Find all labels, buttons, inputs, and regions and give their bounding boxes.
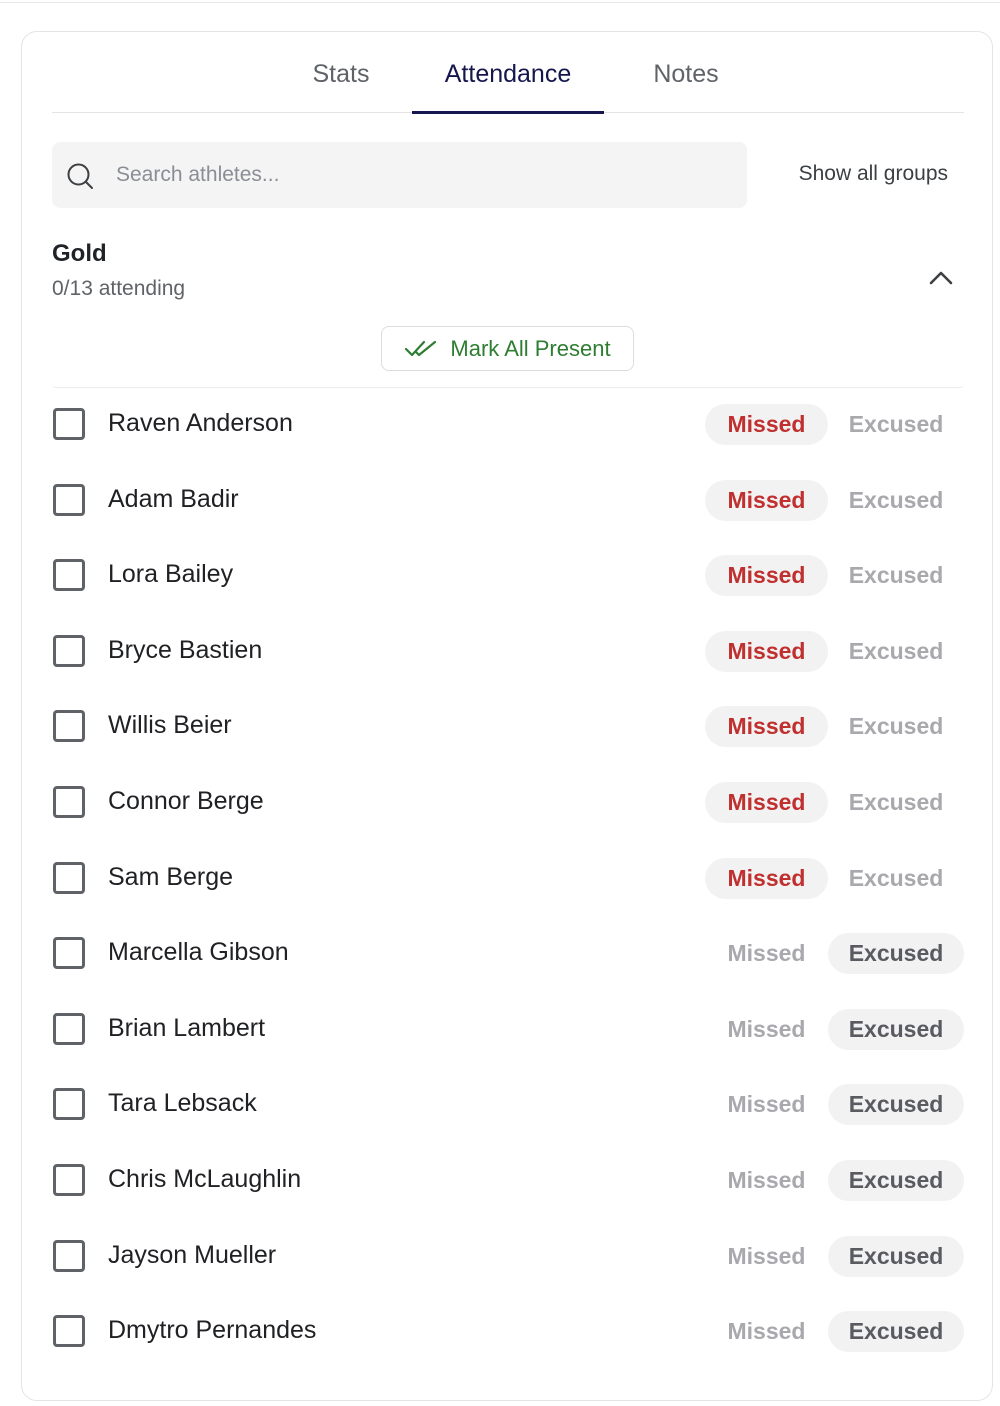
show-all-groups-link[interactable]: Show all groups [799,162,948,186]
missed-button[interactable]: Missed [705,555,828,597]
present-checkbox[interactable] [53,785,85,818]
athlete-name: Jayson Mueller [108,1240,277,1269]
mark-all-present-button[interactable]: Mark All Present [381,326,634,371]
athlete-name: Marcella Gibson [108,938,289,967]
missed-button[interactable]: Missed [705,1009,828,1050]
athlete-row: Brian Lambert Missed Excused [52,992,964,1068]
athlete-row: Chris McLaughlin Missed Excused [52,1143,964,1219]
excused-button[interactable]: Excused [828,1159,964,1201]
athlete-name: Willis Beier [108,711,232,740]
excused-button[interactable]: Excused [828,1084,964,1126]
present-checkbox[interactable] [53,1163,85,1196]
top-divider [0,2,1000,3]
athlete-name: Bryce Bastien [108,635,263,664]
athlete-row: Lora Bailey Missed Excused [52,538,964,614]
missed-button[interactable]: Missed [705,1160,828,1201]
missed-button[interactable]: Missed [705,1311,828,1352]
search-input[interactable] [116,152,726,198]
excused-button[interactable]: Excused [828,631,964,672]
double-check-icon [405,340,437,356]
group-title: Gold [52,240,107,267]
excused-button[interactable]: Excused [828,404,964,445]
excused-button[interactable]: Excused [828,1311,964,1353]
missed-button[interactable]: Missed [705,706,828,748]
athlete-name: Dmytro Pernandes [108,1316,317,1345]
athlete-name: Connor Berge [108,786,264,815]
excused-button[interactable]: Excused [828,858,964,899]
present-checkbox[interactable] [53,861,85,894]
athlete-name: Lora Bailey [108,560,234,589]
tab-attendance[interactable]: Attendance [412,60,604,114]
athlete-row: Willis Beier Missed Excused [52,689,964,765]
present-checkbox[interactable] [53,1315,85,1348]
present-checkbox[interactable] [53,1012,85,1045]
athlete-row: Sam Berge Missed Excused [52,841,964,917]
missed-button[interactable]: Missed [705,1236,828,1277]
attendance-card: Stats Attendance Notes Show all groups G… [21,31,993,1401]
chevron-up-icon[interactable] [928,268,954,288]
athlete-row: Bryce Bastien Missed Excused [52,614,964,690]
athlete-row: Jayson Mueller Missed Excused [52,1219,964,1295]
tab-notes[interactable]: Notes [612,60,760,113]
athlete-row: Adam Badir Missed Excused [52,463,964,539]
missed-button[interactable]: Missed [705,1084,828,1125]
athlete-row: Dmytro Pernandes Missed Excused [52,1294,964,1370]
athlete-name: Tara Lebsack [108,1089,257,1118]
missed-button[interactable]: Missed [705,933,828,974]
excused-button[interactable]: Excused [828,480,964,521]
missed-button[interactable]: Missed [705,630,828,672]
athlete-name: Adam Badir [108,484,239,513]
missed-button[interactable]: Missed [705,857,828,899]
present-checkbox[interactable] [53,710,85,743]
excused-button[interactable]: Excused [828,933,964,975]
athlete-name: Brian Lambert [108,1013,266,1042]
excused-button[interactable]: Excused [828,1008,964,1050]
excused-button[interactable]: Excused [828,1235,964,1277]
present-checkbox[interactable] [53,1088,85,1121]
tab-stats[interactable]: Stats [272,60,410,113]
missed-button[interactable]: Missed [705,781,828,823]
present-checkbox[interactable] [53,483,85,516]
search-box [52,142,747,208]
tab-bar: Stats Attendance Notes [52,32,964,114]
athlete-row: Tara Lebsack Missed Excused [52,1067,964,1143]
excused-button[interactable]: Excused [828,555,964,596]
athlete-name: Raven Anderson [108,409,293,437]
athlete-row: Marcella Gibson Missed Excused [52,916,964,992]
present-checkbox[interactable] [53,1239,85,1272]
present-checkbox[interactable] [53,408,85,440]
present-checkbox[interactable] [53,559,85,592]
group-attending-count: 0/13 attending [52,277,186,300]
excused-button[interactable]: Excused [828,782,964,823]
athlete-row: Raven Anderson Missed Excused [52,387,964,463]
present-checkbox[interactable] [53,634,85,667]
athlete-list: Raven Anderson Missed Excused Adam Badir… [52,387,964,1370]
mark-all-present-label: Mark All Present [450,335,611,361]
athlete-name: Sam Berge [108,862,234,891]
athlete-name: Chris McLaughlin [108,1164,302,1193]
excused-button[interactable]: Excused [828,706,964,747]
missed-button[interactable]: Missed [705,404,828,445]
athlete-row: Connor Berge Missed Excused [52,765,964,841]
search-icon [67,163,93,189]
missed-button[interactable]: Missed [705,479,828,521]
present-checkbox[interactable] [53,937,85,970]
